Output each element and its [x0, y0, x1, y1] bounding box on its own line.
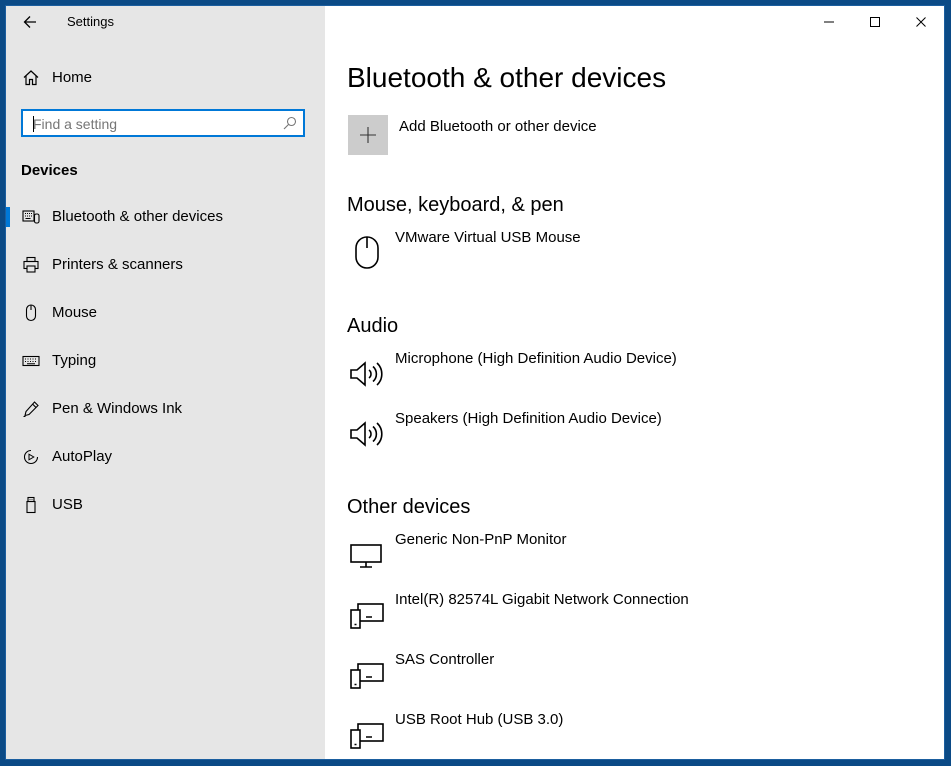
home-nav-item[interactable]: Home	[6, 64, 325, 92]
sidebar-item-autoplay[interactable]: AutoPlay	[6, 437, 325, 477]
sidebar-item-label: Printers & scanners	[52, 256, 183, 273]
device-item-monitor[interactable]: Generic Non-PnP Monitor	[325, 531, 925, 581]
minimize-icon	[824, 21, 834, 22]
device-name: Microphone (High Definition Audio Device…	[395, 350, 677, 367]
device-item-mouse[interactable]: VMware Virtual USB Mouse	[325, 229, 925, 279]
device-icon	[350, 723, 384, 749]
back-button[interactable]	[18, 10, 42, 34]
section-title: Devices	[21, 162, 78, 179]
printer-icon	[23, 256, 39, 273]
sidebar-item-label: Bluetooth & other devices	[52, 208, 223, 225]
device-item-network[interactable]: Intel(R) 82574L Gigabit Network Connecti…	[325, 591, 925, 641]
sidebar-item-bluetooth[interactable]: Bluetooth & other devices	[6, 197, 325, 237]
main-content: Bluetooth & other devices Add Bluetooth …	[325, 6, 944, 759]
app-title: Settings	[67, 14, 114, 29]
search-icon[interactable]	[283, 116, 297, 130]
device-name: VMware Virtual USB Mouse	[395, 229, 581, 246]
autoplay-icon	[23, 449, 39, 465]
back-arrow-icon	[23, 16, 36, 28]
sidebar-item-printers[interactable]: Printers & scanners	[6, 245, 325, 285]
device-item-speakers[interactable]: Speakers (High Definition Audio Device)	[325, 410, 925, 460]
search-input[interactable]	[33, 114, 273, 133]
mouse-icon	[25, 304, 37, 322]
settings-window: Settings Home Devices Bluetooth & other …	[6, 6, 944, 759]
device-icon	[350, 663, 384, 689]
sidebar: Settings Home Devices Bluetooth & other …	[6, 6, 325, 759]
add-device-label[interactable]: Add Bluetooth or other device	[399, 118, 597, 135]
speaker-icon	[350, 421, 383, 447]
add-device-button[interactable]	[348, 115, 388, 155]
sidebar-item-label: AutoPlay	[52, 448, 113, 465]
page-title: Bluetooth & other devices	[347, 62, 667, 93]
monitor-icon	[350, 544, 382, 568]
sidebar-item-pen[interactable]: Pen & Windows Ink	[6, 389, 325, 429]
device-name: SAS Controller	[395, 651, 495, 668]
search-box[interactable]	[21, 109, 305, 137]
sidebar-item-label: Typing	[52, 352, 97, 369]
minimize-button[interactable]	[806, 6, 852, 37]
bluetooth-devices-icon	[22, 210, 40, 224]
sidebar-item-label: Pen & Windows Ink	[52, 400, 183, 417]
device-item-sas[interactable]: SAS Controller	[325, 651, 925, 701]
pen-icon	[23, 401, 39, 418]
close-icon	[916, 16, 926, 27]
plus-icon	[360, 127, 376, 143]
sidebar-item-mouse[interactable]: Mouse	[6, 293, 325, 333]
sidebar-item-typing[interactable]: Typing	[6, 341, 325, 381]
maximize-icon	[870, 16, 880, 27]
speaker-icon	[350, 361, 383, 387]
device-name: Intel(R) 82574L Gigabit Network Connecti…	[395, 591, 689, 608]
group-title-input: Mouse, keyboard, & pen	[347, 194, 564, 216]
usb-icon	[26, 496, 36, 514]
home-icon	[23, 70, 39, 86]
device-name: Speakers (High Definition Audio Device)	[395, 410, 662, 427]
close-button[interactable]	[898, 6, 944, 37]
group-title-other: Other devices	[347, 496, 471, 518]
sidebar-item-label: Mouse	[52, 304, 98, 321]
keyboard-icon	[22, 355, 40, 367]
device-item-usb-hub[interactable]: USB Root Hub (USB 3.0)	[325, 711, 925, 759]
mouse-icon	[355, 236, 379, 269]
group-title-audio: Audio	[347, 315, 399, 337]
sidebar-item-label: USB	[52, 496, 83, 513]
sidebar-item-usb[interactable]: USB	[6, 485, 325, 525]
device-item-microphone[interactable]: Microphone (High Definition Audio Device…	[325, 350, 925, 400]
device-name: USB Root Hub (USB 3.0)	[395, 711, 564, 728]
device-name: Generic Non-PnP Monitor	[395, 531, 567, 548]
device-icon	[350, 603, 384, 629]
home-label: Home	[52, 69, 93, 86]
maximize-button[interactable]	[852, 6, 898, 37]
